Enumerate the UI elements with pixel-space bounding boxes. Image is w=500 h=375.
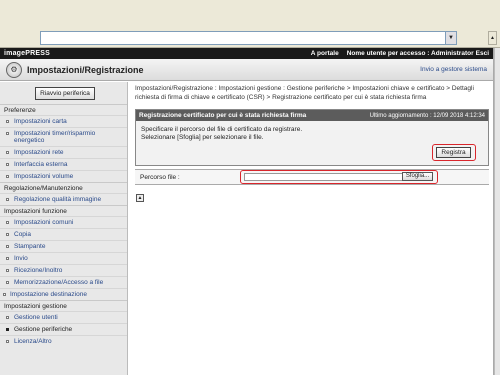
- bullet-icon: [6, 316, 9, 319]
- sidebar-item-receive[interactable]: Ricezione/Inoltro: [0, 264, 127, 276]
- user-label: Nome utente per accesso : Administrator: [346, 50, 474, 57]
- instruction-line-2: Selezionare [Sfoglia] per selezionare il…: [141, 134, 264, 141]
- vertical-scrollbar[interactable]: [494, 48, 500, 375]
- bullet-icon: [6, 245, 9, 248]
- register-panel: Registrazione certificato per cui è stat…: [135, 109, 489, 166]
- page-title: Impostazioni/Registrazione: [27, 64, 144, 75]
- main-content: Impostazioni/Registrazione : Impostazion…: [130, 82, 492, 375]
- bullet-icon: [6, 233, 9, 236]
- brand-logo: imagePRESS: [4, 50, 50, 57]
- bullet-icon: [6, 269, 9, 272]
- bullet-icon: [6, 221, 9, 224]
- sidebar-section-maintenance: Regolazione/Manutenzione: [0, 182, 127, 193]
- register-highlight: Registra: [432, 144, 476, 161]
- panel-header: Registrazione certificato per cui è stat…: [136, 110, 488, 121]
- bullet-icon: [6, 257, 9, 260]
- sidebar-item-destination[interactable]: Impostazione destinazione: [0, 288, 127, 300]
- instruction-line-1: Specificare il percorso del file di cert…: [141, 126, 303, 133]
- bullet-icon: [6, 281, 9, 284]
- sidebar-item-network[interactable]: Impostazioni rete: [0, 146, 127, 158]
- panel-title: Registrazione certificato per cui è stat…: [139, 112, 307, 119]
- register-button[interactable]: Registra: [436, 147, 471, 158]
- portal-link[interactable]: A portale: [311, 50, 339, 57]
- bullet-icon: [6, 163, 9, 166]
- browse-button[interactable]: Sfoglia...: [402, 172, 433, 181]
- sidebar-item-copy[interactable]: Copia: [0, 228, 127, 240]
- app-window: imagePRESS A portale Nome utente per acc…: [0, 48, 494, 375]
- bullet-icon: [3, 293, 6, 296]
- file-highlight: Sfoglia...: [240, 170, 438, 184]
- scroll-up-icon[interactable]: ▲: [488, 31, 497, 45]
- sidebar-section-functions: Impostazioni funzione: [0, 205, 127, 216]
- sidebar-item-external[interactable]: Interfaccia esterna: [0, 158, 127, 170]
- address-bar[interactable]: ▼: [40, 31, 457, 45]
- bullet-icon: [6, 175, 9, 178]
- sidebar-item-devices[interactable]: Gestione periferiche: [0, 323, 127, 335]
- sidebar-item-users[interactable]: Gestione utenti: [0, 311, 127, 323]
- sidebar: Riavvio periferica Preferenze Impostazio…: [0, 82, 128, 375]
- sidebar-section-management: Impostazioni gestione: [0, 300, 127, 311]
- settings-icon: ⚙: [6, 61, 22, 78]
- logout-link[interactable]: Esci: [476, 50, 489, 57]
- bullet-icon: [6, 120, 9, 123]
- bullet-icon: [6, 198, 9, 201]
- sidebar-item-license[interactable]: Licenza/Altro: [0, 335, 127, 347]
- file-path-input[interactable]: [244, 173, 404, 181]
- back-to-top-icon[interactable]: ▲: [136, 194, 144, 202]
- breadcrumb: Impostazioni/Registrazione : Impostazion…: [135, 85, 474, 101]
- sidebar-item-paper[interactable]: Impostazioni carta: [0, 115, 127, 127]
- panel-instructions: Specificare il percorso del file di cert…: [136, 121, 488, 142]
- sidebar-section-preferences: Preferenze: [0, 104, 127, 115]
- restart-device-button[interactable]: Riavvio periferica: [35, 87, 95, 100]
- chevron-down-icon[interactable]: ▼: [445, 32, 456, 44]
- bullet-icon: [6, 340, 9, 343]
- file-path-row: Percorso file : Sfoglia...: [135, 169, 489, 185]
- sidebar-item-common[interactable]: Impostazioni comuni: [0, 216, 127, 228]
- bullet-icon: [6, 328, 9, 331]
- sidebar-item-printer[interactable]: Stampante: [0, 240, 127, 252]
- bullet-icon: [6, 151, 9, 154]
- sidebar-item-send[interactable]: Invio: [0, 252, 127, 264]
- last-updated: Ultimo aggiornamento : 12/09 2018 4:12:3…: [369, 112, 485, 119]
- sidebar-item-storage[interactable]: Memorizzazione/Accesso a file: [0, 276, 127, 288]
- top-bar: imagePRESS A portale Nome utente per acc…: [0, 48, 493, 59]
- browser-toolbar: ▼ ▲: [0, 0, 500, 48]
- sidebar-item-volume[interactable]: Impostazioni volume: [0, 170, 127, 182]
- bullet-icon: [6, 132, 9, 135]
- page-header: ⚙ Impostazioni/Registrazione Invio a ges…: [0, 59, 493, 81]
- sidebar-item-image-quality[interactable]: Regolazione qualità immagine: [0, 193, 127, 205]
- send-to-admin-link[interactable]: Invio a gestore sistema: [420, 66, 487, 73]
- sidebar-menu: Preferenze Impostazioni carta Impostazio…: [0, 104, 127, 347]
- file-path-label: Percorso file :: [140, 173, 180, 181]
- sidebar-item-timer[interactable]: Impostazioni timer/risparmio energetico: [0, 127, 127, 146]
